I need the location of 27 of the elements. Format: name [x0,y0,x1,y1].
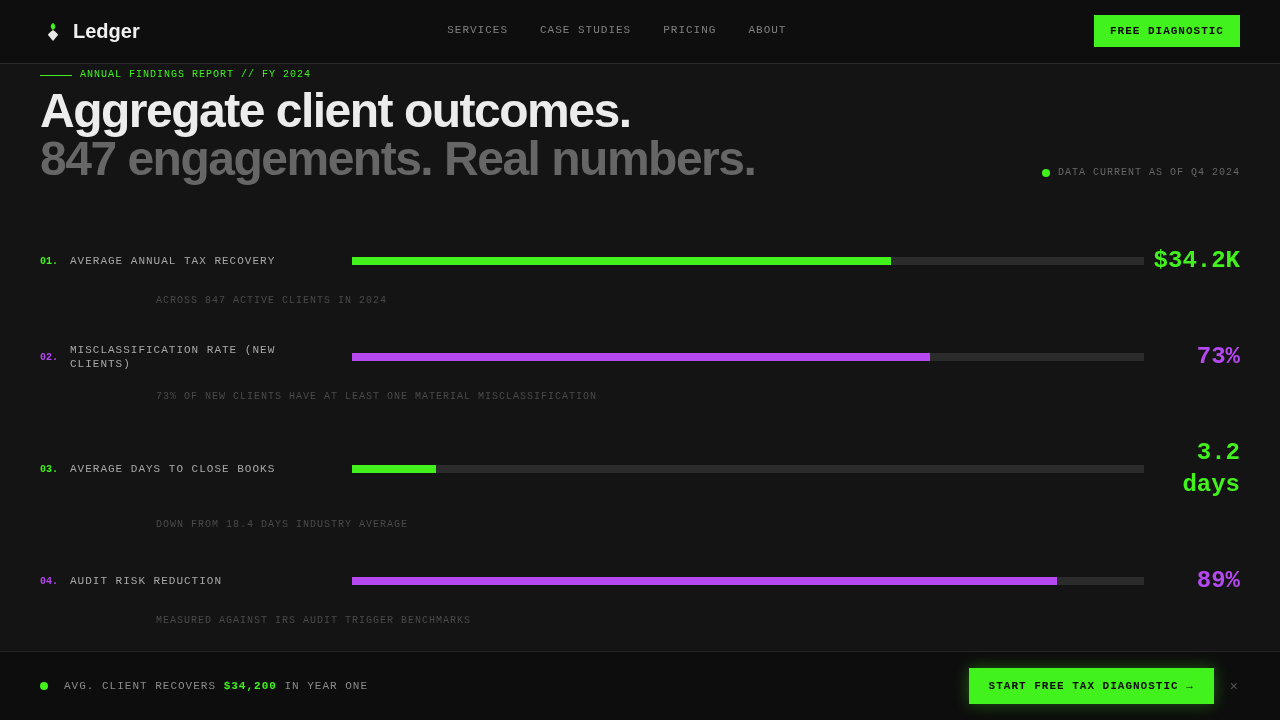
metric-label: AUDIT RISK REDUCTION [70,574,224,588]
data-current-note: DATA CURRENT AS OF Q4 2024 [1057,167,1240,179]
metric-number: 02. [40,351,59,363]
status-dot-icon [40,682,48,690]
nav-link[interactable]: ABOUT [748,23,787,36]
headline: Aggregate client outcomes. [40,87,632,135]
free-diagnostic-button[interactable]: FREE DIAGNOSTIC [1093,15,1240,47]
recovery-message: AVG. CLIENT RECOVERS $34,200 IN YEAR ONE [64,680,369,692]
metric-number: 01. [40,255,59,267]
nav-link[interactable]: CASE STUDIES [540,23,632,36]
brand-name[interactable]: Ledger [73,20,140,43]
metric-value: 3.2 days [1182,439,1240,498]
metric-label: AVERAGE DAYS TO CLOSE BOOKS [70,462,277,476]
nav-link[interactable]: PRICING [663,23,717,36]
nav-link[interactable]: SERVICES [447,23,508,36]
metric-number: 03. [40,463,59,475]
metric-number: 04. [40,575,59,587]
report-eyebrow: ANNUAL FINDINGS REPORT // FY 2024 [80,69,312,81]
start-diagnostic-button[interactable]: START FREE TAX DIAGNOSTIC → [968,668,1214,704]
metric-value: $34.2K [1153,247,1240,274]
metric-value: 89% [1196,567,1240,594]
metric-value: 73% [1196,343,1240,370]
close-button[interactable]: × [1227,678,1240,694]
sprout-icon [47,22,59,41]
metric-label: AVERAGE ANNUAL TAX RECOVERY [70,254,277,268]
status-dot-icon [1041,169,1050,177]
metric-label: MISCLASSIFICATION RATE (NEW CLIENTS) [70,343,277,371]
